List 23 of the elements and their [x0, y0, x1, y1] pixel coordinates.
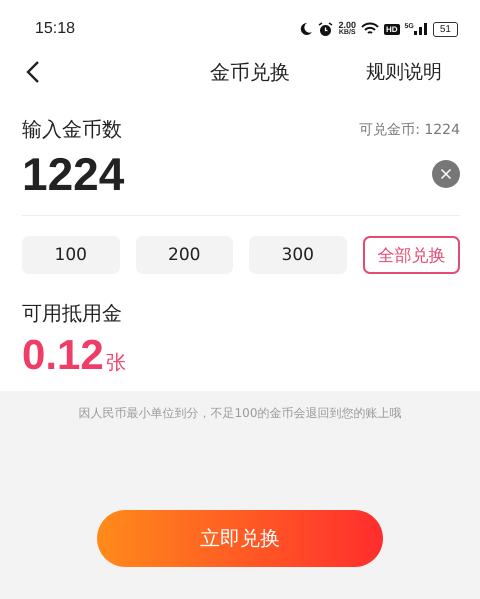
wifi-icon: [360, 22, 379, 36]
notice-text: 因人民币最小单位到分，不足100的金币会退回到您的账上哦: [78, 405, 402, 422]
amount-option[interactable]: 全部兑换: [362, 236, 460, 274]
result-label: 可用抵用金: [22, 300, 123, 327]
voucher-unit: 张: [106, 349, 126, 376]
back-icon[interactable]: [26, 60, 40, 84]
signal-icon: [414, 23, 428, 35]
network-speed: 2.00: [338, 21, 356, 29]
available-coins: 可兑金币: 1224: [359, 120, 460, 138]
input-label: 输入金币数: [22, 116, 122, 143]
page-title: 金币兑换: [210, 58, 290, 86]
hd-badge: HD: [384, 24, 400, 34]
alarm-clock-icon: [318, 22, 334, 36]
voucher-value: 0.12: [22, 331, 104, 379]
moon-icon: [299, 22, 314, 36]
amount-option[interactable]: 300: [249, 236, 346, 274]
rules-link[interactable]: 规则说明: [366, 59, 442, 85]
clear-icon[interactable]: [432, 160, 460, 188]
coin-amount-field[interactable]: 1224: [22, 147, 322, 201]
amount-option[interactable]: 200: [136, 236, 233, 274]
battery-indicator: 51: [432, 22, 458, 36]
amount-option[interactable]: 100: [22, 236, 120, 274]
clock-time: 15:18: [35, 20, 76, 38]
